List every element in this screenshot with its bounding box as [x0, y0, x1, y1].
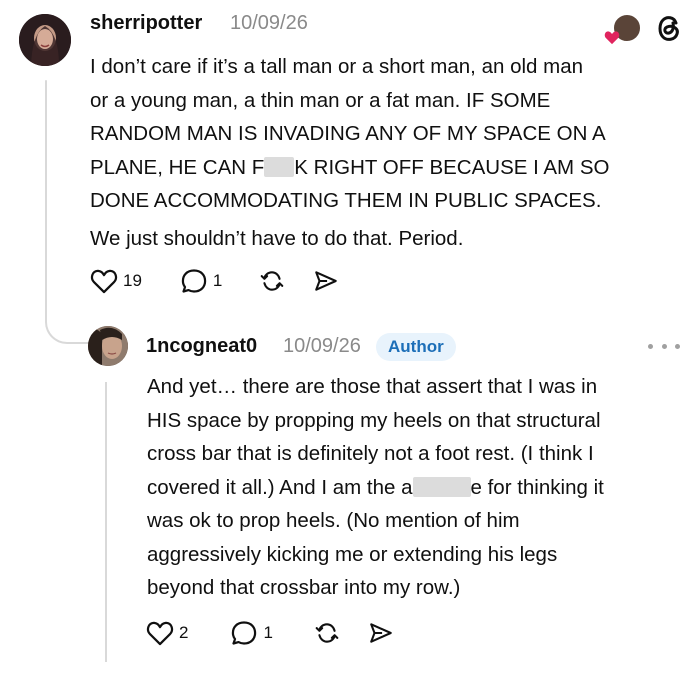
thread-line — [45, 80, 47, 323]
reply-line: beyond that crossbar into my row.) — [147, 576, 461, 599]
repost-button[interactable] — [258, 268, 286, 294]
like-count: 19 — [123, 271, 142, 290]
reply-actions: 2 1 — [146, 620, 421, 646]
reply-line: aggressively kicking me or extending his… — [147, 542, 558, 566]
comment-icon — [181, 269, 207, 293]
reply-thread-line — [105, 382, 107, 662]
repost-icon — [261, 271, 284, 291]
post-line: We just shouldn’t have to do that. Perio… — [90, 226, 464, 250]
share-icon — [370, 623, 392, 643]
more-options-button[interactable] — [648, 334, 680, 358]
reply-button[interactable]: 1 — [230, 620, 273, 646]
censored-blur — [264, 156, 295, 177]
reply-line: HIS space by propping my heels on that s… — [147, 408, 601, 432]
post-line-part: PLANE, HE CAN F — [90, 155, 265, 179]
like-count: 2 — [179, 623, 189, 642]
reply-line-part: covered it all.) And I am the a — [147, 475, 413, 499]
share-button[interactable] — [367, 620, 395, 646]
share-icon — [315, 271, 338, 291]
thread-connector-curve — [45, 300, 89, 344]
reply-line: was ok to prop heels. (No mention of him — [147, 509, 520, 532]
repost-button[interactable] — [313, 620, 341, 646]
post-line: I don’t care if it’s a tall man or a sho… — [90, 55, 584, 78]
reply-username[interactable]: 1ncogneat0 — [146, 335, 257, 358]
share-button[interactable] — [312, 268, 340, 294]
post-username[interactable]: sherripotter — [90, 12, 202, 35]
like-button[interactable]: 2 — [146, 620, 188, 646]
post-line: DONE ACCOMMODATING THEM IN PUBLIC SPACES… — [90, 189, 602, 212]
post-author-avatar[interactable] — [19, 14, 71, 66]
reply-count: 1 — [263, 623, 273, 642]
repost-icon — [315, 623, 339, 643]
censored-blur — [412, 476, 471, 497]
heart-icon — [146, 621, 174, 646]
post-line: or a young man, a thin man or a fat man.… — [90, 88, 551, 112]
post-line: PLANE, HE CAN F K RIGHT OFF BECAUSE I AM … — [90, 151, 690, 185]
more-dot-icon — [661, 343, 667, 349]
reply-date: 10/09/26 — [283, 335, 361, 357]
liked-heart-icon — [604, 31, 620, 45]
reply-button[interactable]: 1 — [180, 268, 222, 294]
liked-by-avatar[interactable] — [604, 13, 642, 45]
like-button[interactable]: 19 — [90, 268, 142, 294]
reply-line: covered it all.) And I am the a e for thi… — [147, 471, 692, 505]
more-dot-icon — [675, 343, 680, 349]
reply-text: And yet… there are those that assert tha… — [147, 370, 692, 605]
post-text: I don’t care if it’s a tall man or a sho… — [90, 50, 690, 255]
reply-line-part: e for thinking it — [470, 475, 604, 499]
post-actions: 19 1 — [90, 268, 366, 294]
post-line-part: K RIGHT OFF BECAUSE I AM SO — [294, 155, 610, 179]
post-date: 10/09/26 — [230, 12, 308, 34]
reply-count: 1 — [212, 271, 223, 290]
heart-icon — [90, 269, 118, 294]
author-badge: Author — [376, 333, 456, 361]
comment-icon — [232, 621, 257, 645]
reply-line: And yet… there are those that assert tha… — [147, 375, 598, 398]
post-line: RANDOM MAN IS INVADING ANY OF MY SPACE O… — [90, 122, 606, 145]
more-dot-icon — [648, 343, 653, 349]
reply-line: cross bar that is definitely not a foot … — [147, 442, 594, 465]
threads-logo-icon[interactable] — [654, 12, 684, 44]
post-header-right — [604, 12, 684, 45]
reply-author-avatar[interactable] — [88, 326, 128, 366]
